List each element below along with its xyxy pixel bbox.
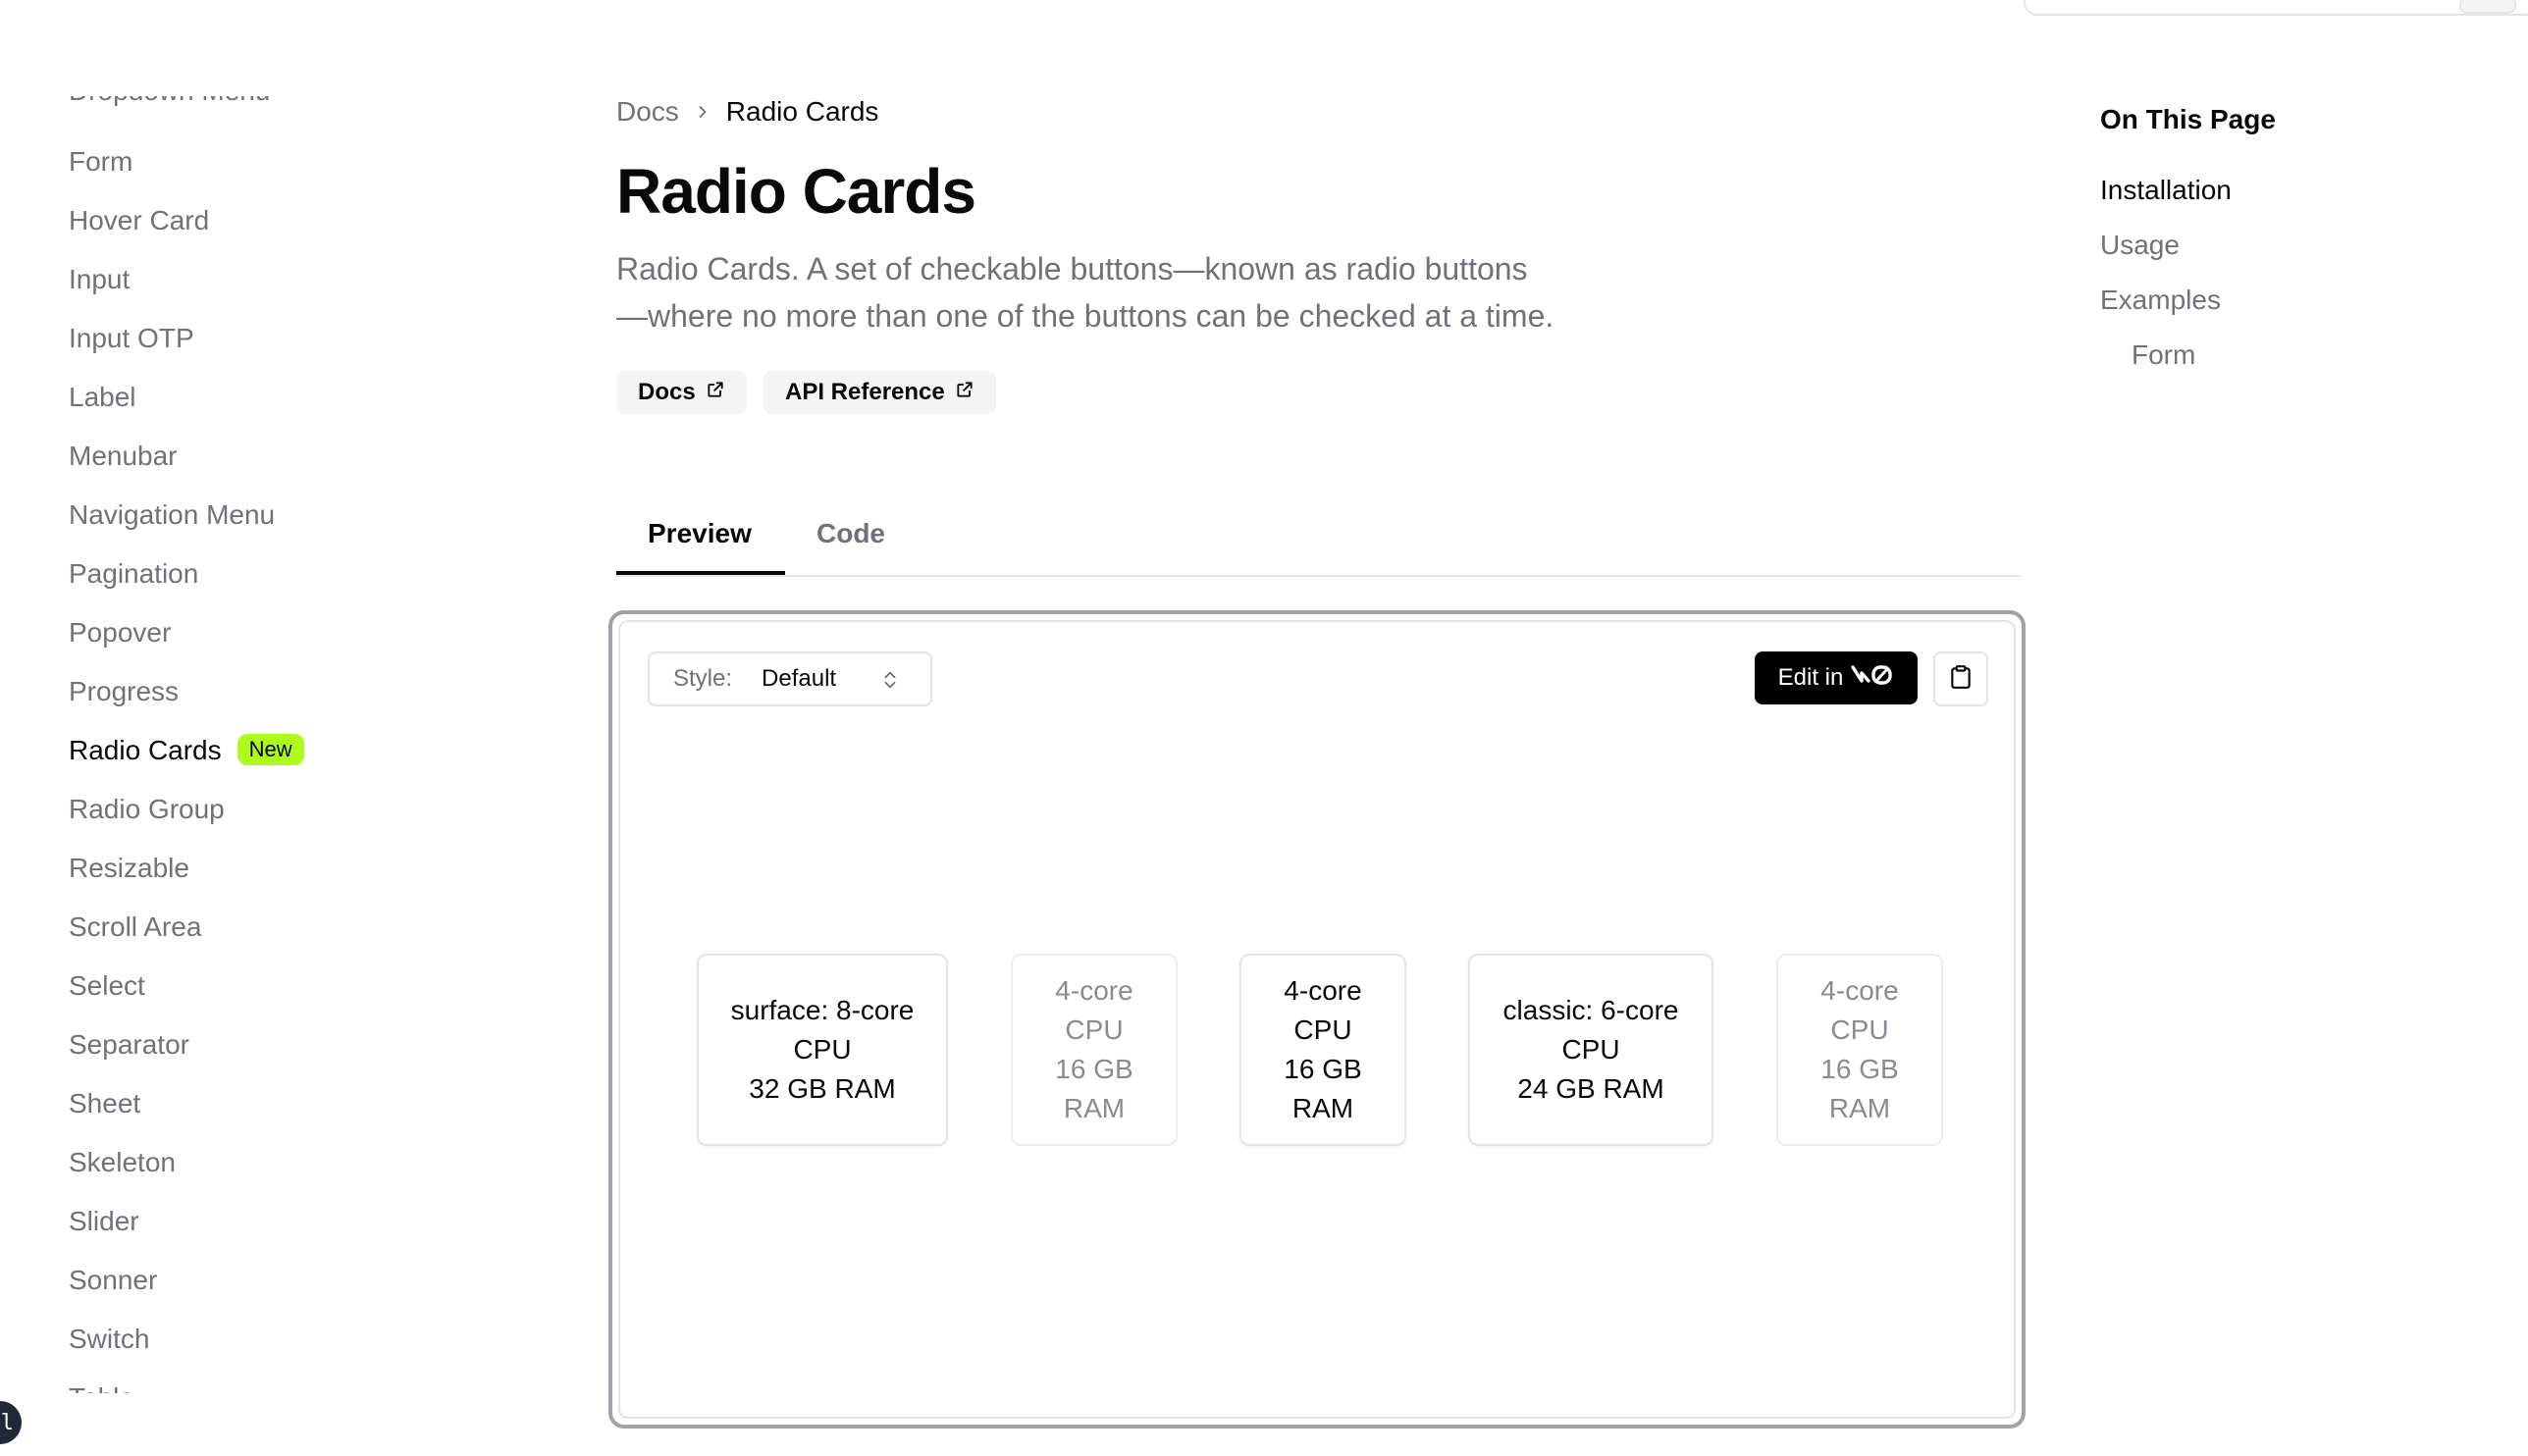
- sidebar-item-sheet[interactable]: Sheet: [69, 1087, 140, 1120]
- radio-card-line: classic: 6-core: [1502, 995, 1679, 1025]
- sidebar-item-slider[interactable]: Slider: [69, 1205, 139, 1238]
- sidebar-item-skeleton[interactable]: Skeleton: [69, 1146, 176, 1179]
- new-badge: New: [237, 734, 304, 765]
- radio-card-line: 32 GB RAM: [749, 1073, 896, 1104]
- radio-card-4core-disabled-2: 4-core CPU 16 GB RAM: [1776, 954, 1943, 1146]
- radio-card-line: 4-core: [1055, 975, 1133, 1006]
- description-line-2: —where no more than one of the buttons c…: [616, 298, 1554, 334]
- api-reference-link-label: API Reference: [785, 379, 945, 405]
- toc-item-installation[interactable]: Installation: [2100, 175, 2232, 206]
- radio-card-4core-disabled: 4-core CPU 16 GB RAM: [1011, 954, 1178, 1146]
- breadcrumb-root[interactable]: Docs: [616, 96, 679, 128]
- toc-item-form[interactable]: Form: [2132, 339, 2195, 371]
- docs-link-label: Docs: [638, 379, 696, 405]
- docs-link[interactable]: Docs: [616, 371, 747, 414]
- chevron-right-icon: [693, 102, 712, 122]
- radio-card-classic-6core[interactable]: classic: 6-core CPU 24 GB RAM: [1468, 954, 1713, 1146]
- sidebar-item-form[interactable]: Form: [69, 145, 132, 179]
- sidebar-item-hover-card[interactable]: Hover Card: [69, 204, 209, 237]
- radio-card-line: 4-core: [1820, 975, 1899, 1006]
- sidebar-item-scroll-area[interactable]: Scroll Area: [69, 910, 201, 944]
- description-line-1: Radio Cards. A set of checkable buttons—…: [616, 251, 1528, 286]
- toc-item-examples[interactable]: Examples: [2100, 285, 2221, 316]
- sidebar-item-table[interactable]: Table: [69, 1381, 134, 1393]
- radio-card-line: 16 GB: [1284, 1054, 1362, 1084]
- sidebar-item-progress[interactable]: Progress: [69, 675, 179, 708]
- radio-card-line: CPU: [1293, 1014, 1352, 1045]
- sidebar-item-menubar[interactable]: Menubar: [69, 440, 178, 473]
- sidebar-item-radio-group[interactable]: Radio Group: [69, 793, 225, 826]
- sidebar-item-resizable[interactable]: Resizable: [69, 852, 189, 885]
- external-link-icon: [706, 379, 725, 406]
- keyboard-shortcut-hint: [2459, 0, 2516, 14]
- sidebar-nav: Dropdown Menu Form Hover Card Input Inpu…: [0, 69, 412, 1393]
- sidebar-item-select[interactable]: Select: [69, 969, 145, 1003]
- sidebar-item-pagination[interactable]: Pagination: [69, 557, 198, 591]
- sidebar-item-navigation-menu[interactable]: Navigation Menu: [69, 498, 275, 532]
- sidebar-item-input[interactable]: Input: [69, 263, 130, 296]
- edit-button-label: Edit in: [1777, 664, 1844, 691]
- edit-in-v0-button[interactable]: Edit in: [1755, 651, 1918, 704]
- copy-button[interactable]: [1933, 651, 1988, 706]
- radio-card-4core[interactable]: 4-core CPU 16 GB RAM: [1239, 954, 1406, 1146]
- style-select-label: Style:: [673, 665, 733, 692]
- search-box[interactable]: [2024, 0, 2528, 16]
- sidebar-item-switch[interactable]: Switch: [69, 1323, 149, 1356]
- toc-title: On This Page: [2100, 104, 2276, 134]
- style-select-value: Default: [762, 665, 837, 692]
- radio-card-surface-8core[interactable]: surface: 8-core CPU 32 GB RAM: [697, 954, 948, 1146]
- sidebar-item-input-otp[interactable]: Input OTP: [69, 322, 194, 355]
- v0-logo-icon: [1851, 664, 1894, 693]
- radio-card-line: 24 GB RAM: [1517, 1073, 1664, 1104]
- radio-card-line: CPU: [1830, 1014, 1889, 1045]
- radio-card-line: 16 GB: [1055, 1054, 1133, 1084]
- clipboard-icon: [1948, 663, 1974, 696]
- style-select[interactable]: Style: Default: [648, 651, 932, 706]
- radio-card-line: CPU: [793, 1034, 852, 1065]
- api-reference-link[interactable]: API Reference: [764, 371, 996, 414]
- radio-card-line: RAM: [1828, 1093, 1891, 1123]
- chevrons-up-down-icon: [879, 667, 901, 700]
- sidebar-item-radio-cards[interactable]: Radio Cards New: [69, 734, 304, 767]
- toc-item-usage[interactable]: Usage: [2100, 230, 2180, 261]
- tab-code[interactable]: Code: [816, 518, 885, 549]
- radio-card-line: RAM: [1063, 1093, 1126, 1123]
- sidebar-item-dropdown-menu[interactable]: Dropdown Menu: [69, 96, 270, 108]
- tab-preview[interactable]: Preview: [648, 518, 752, 549]
- active-tab-indicator: [616, 571, 785, 575]
- tabs-divider: [616, 575, 2022, 577]
- sidebar-item-label[interactable]: Label: [69, 381, 136, 414]
- breadcrumb: Docs Radio Cards: [616, 96, 878, 128]
- sidebar-item-popover[interactable]: Popover: [69, 616, 171, 650]
- breadcrumb-current: Radio Cards: [725, 96, 879, 127]
- external-link-icon: [955, 379, 974, 406]
- radio-card-line: CPU: [1561, 1034, 1620, 1065]
- radio-card-line: RAM: [1291, 1093, 1354, 1123]
- sidebar-item-sonner[interactable]: Sonner: [69, 1264, 157, 1297]
- radio-card-line: surface: 8-core: [730, 995, 915, 1025]
- page-title: Radio Cards: [616, 156, 976, 227]
- radio-card-line: 4-core: [1284, 975, 1362, 1006]
- radio-card-line: CPU: [1065, 1014, 1124, 1045]
- sidebar-item-label: Radio Cards: [69, 735, 222, 765]
- floating-widget-button[interactable]: l: [0, 1401, 22, 1444]
- page-description: Radio Cards. A set of checkable buttons—…: [616, 245, 1657, 339]
- sidebar-item-separator[interactable]: Separator: [69, 1028, 189, 1062]
- radio-card-line: 16 GB: [1820, 1054, 1899, 1084]
